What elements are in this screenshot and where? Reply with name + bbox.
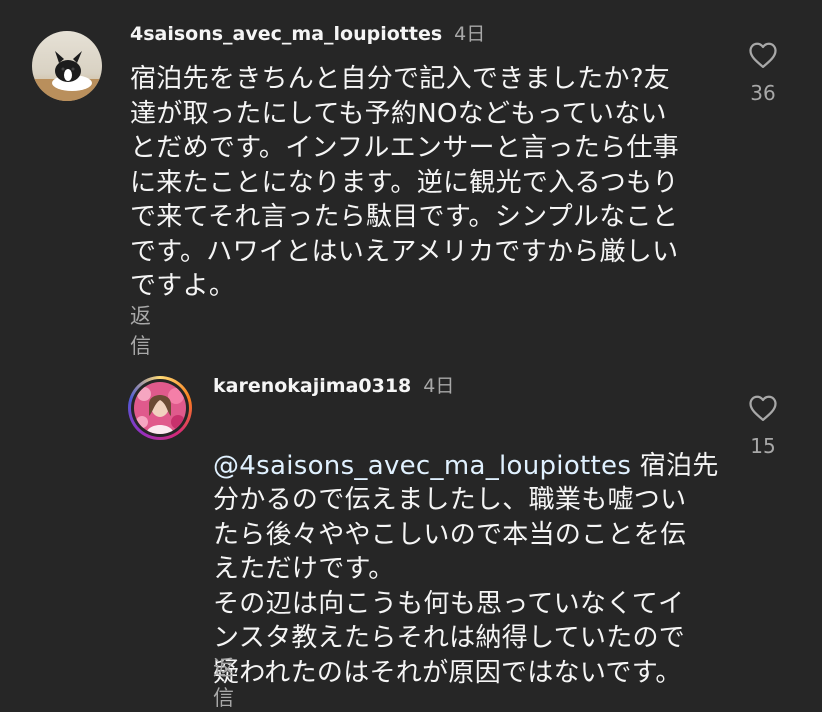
reply-button[interactable]: 返信 [130,300,151,360]
avatar[interactable] [128,376,192,440]
comment-timestamp: 4日 [454,23,486,45]
like-count: 36 [750,81,776,105]
comment-text: 宿泊先をきちんと自分で記入できましたか?友 達が取ったにしても予約NOなどもって… [130,64,679,301]
like-control: 36 [733,41,793,105]
reply-header: karenokajima0318 4日 [213,374,454,398]
french-bulldog-avatar-icon [32,31,102,101]
mention-link[interactable]: @4saisons_avec_ma_loupiottes [213,451,631,481]
reply-button[interactable]: 返信 [213,652,234,712]
heart-icon[interactable] [748,41,778,69]
reply-username[interactable]: karenokajima0318 [213,375,411,397]
like-count: 15 [750,434,776,458]
comment-username[interactable]: 4saisons_avec_ma_loupiottes [130,23,442,45]
reply-timestamp: 4日 [423,375,455,397]
comment-header: 4saisons_avec_ma_loupiottes 4日 [130,22,485,46]
reply-text: @4saisons_avec_ma_loupiottes 宿泊先分かるので伝えま… [213,414,733,690]
like-control: 15 [733,394,793,458]
heart-icon[interactable] [748,394,778,422]
woman-flowers-avatar-icon [134,382,186,434]
reply-text-rest: 分かるので伝えましたし、職業も嘘つい たら後々ややこしいので本当のことを伝 えた… [213,485,687,688]
reply-text-first-line: 宿泊先 [631,450,719,481]
avatar[interactable] [32,31,102,101]
